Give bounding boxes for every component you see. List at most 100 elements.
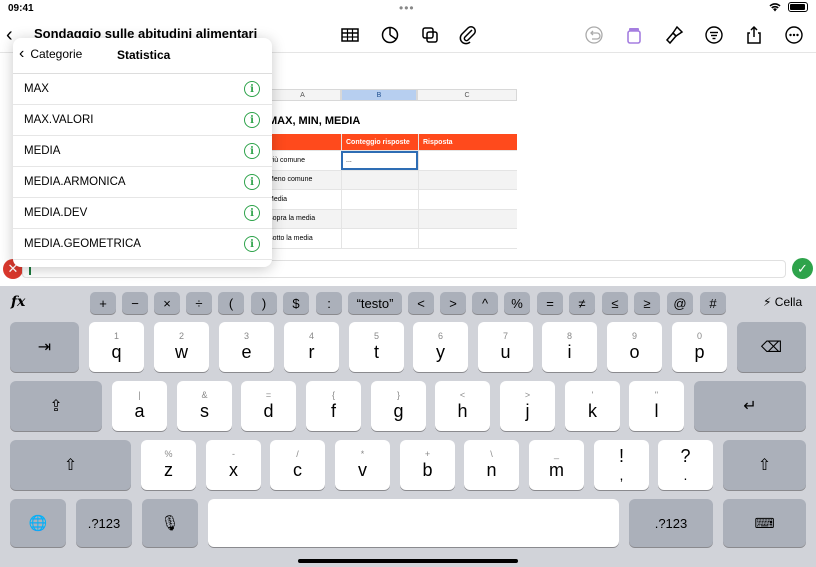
operator-key-less-equal[interactable]: ≤	[602, 292, 628, 314]
key-q[interactable]: 1q	[89, 322, 144, 372]
table-cell[interactable]: Più comune	[264, 151, 341, 170]
shape-icon[interactable]	[417, 22, 443, 48]
key-exclamation[interactable]: !,	[594, 440, 649, 490]
operator-key-dollar[interactable]: $	[283, 292, 309, 314]
key-v[interactable]: * v	[335, 440, 390, 490]
backspace-key[interactable]: ⌫	[737, 322, 806, 372]
table-icon[interactable]	[337, 22, 363, 48]
space-bar[interactable]	[208, 499, 619, 547]
table-cell[interactable]	[418, 170, 517, 189]
operator-key-percent[interactable]: %	[504, 292, 530, 314]
paintbrush-icon[interactable]	[661, 22, 687, 48]
list-filter-icon[interactable]	[701, 22, 727, 48]
key-w[interactable]: 2w	[154, 322, 209, 372]
shift-key-left[interactable]: ⇧	[10, 440, 131, 490]
operator-key-at[interactable]: @	[667, 292, 693, 314]
globe-key[interactable]: 🌐	[10, 499, 66, 547]
operator-key-equals[interactable]: =	[537, 292, 563, 314]
table-cell[interactable]	[418, 151, 517, 170]
header-cell[interactable]	[264, 134, 341, 150]
header-cell[interactable]: Conteggio risposte	[341, 134, 418, 150]
home-indicator[interactable]	[298, 559, 518, 563]
function-item-media-armonica[interactable]: MEDIA.ARMONICA i	[13, 167, 272, 198]
info-icon[interactable]: i	[244, 112, 260, 128]
key-g[interactable]: } g	[371, 381, 426, 431]
column-header-a[interactable]: A	[264, 89, 341, 101]
selected-cell[interactable]: ...	[341, 151, 418, 170]
operator-key-open-paren[interactable]: (	[218, 292, 244, 314]
key-m[interactable]: _ m	[529, 440, 584, 490]
chart-icon[interactable]	[377, 22, 403, 48]
undo-icon[interactable]	[581, 22, 607, 48]
operator-key-hash[interactable]: #	[700, 292, 726, 314]
table-cell[interactable]	[418, 209, 517, 228]
key-p[interactable]: 0p	[672, 322, 727, 372]
return-key[interactable]: ↵	[694, 381, 806, 431]
operator-key-plus[interactable]: +	[90, 292, 116, 314]
key-r[interactable]: 4r	[284, 322, 339, 372]
dictation-key[interactable]: 🎙	[142, 499, 198, 547]
info-icon[interactable]: i	[244, 236, 260, 252]
header-cell[interactable]: Risposta	[418, 134, 517, 150]
operator-key-text[interactable]: “testo”	[348, 292, 402, 314]
operator-key-not-equal[interactable]: ≠	[569, 292, 595, 314]
key-s[interactable]: & s	[177, 381, 232, 431]
format-jar-icon[interactable]	[621, 22, 647, 48]
operator-key-caret[interactable]: ^	[472, 292, 498, 314]
operator-key-less[interactable]: <	[408, 292, 434, 314]
key-a[interactable]: | a	[112, 381, 167, 431]
table-cell[interactable]	[341, 190, 418, 209]
key-e[interactable]: 3e	[219, 322, 274, 372]
table-cell[interactable]	[418, 229, 517, 248]
key-z[interactable]: % z	[141, 440, 196, 490]
key-u[interactable]: 7u	[478, 322, 533, 372]
key-f[interactable]: {f	[306, 381, 361, 431]
key-y[interactable]: 6y	[413, 322, 468, 372]
function-item-media[interactable]: MEDIA i	[13, 136, 272, 167]
key-question[interactable]: ?.	[658, 440, 713, 490]
operator-key-greater-equal[interactable]: ≥	[634, 292, 660, 314]
key-j[interactable]: > j	[500, 381, 555, 431]
key-n[interactable]: \ n	[464, 440, 519, 490]
column-header-b[interactable]: B	[341, 89, 417, 101]
info-icon[interactable]: i	[244, 81, 260, 97]
operator-key-close-paren[interactable]: )	[251, 292, 277, 314]
function-fx-icon[interactable]: fx	[11, 294, 25, 310]
key-l[interactable]: " l	[629, 381, 684, 431]
key-i[interactable]: 8i	[542, 322, 597, 372]
numbers-key-right[interactable]: .?123	[629, 499, 713, 547]
accept-formula-button[interactable]: ✓	[792, 258, 813, 279]
tab-key[interactable]: ⇥	[10, 322, 79, 372]
multitasking-dots[interactable]: •••	[399, 1, 415, 15]
key-t[interactable]: 5t	[349, 322, 404, 372]
operator-key-colon[interactable]: :	[316, 292, 342, 314]
table-title[interactable]: MAX, MIN, MEDIA	[268, 115, 360, 127]
operator-key-greater[interactable]: >	[440, 292, 466, 314]
share-icon[interactable]	[741, 22, 767, 48]
back-to-categories-button[interactable]: ‹ Categorie	[19, 46, 82, 62]
function-item-media-geometrica[interactable]: MEDIA.GEOMETRICA i	[13, 229, 272, 260]
info-icon[interactable]: i	[244, 143, 260, 159]
key-b[interactable]: + b	[400, 440, 455, 490]
key-x[interactable]: -x	[206, 440, 261, 490]
table-cell[interactable]: Sotto la media	[264, 229, 341, 248]
more-icon[interactable]	[781, 22, 807, 48]
key-h[interactable]: < h	[435, 381, 490, 431]
table-cell[interactable]	[341, 229, 418, 248]
table-cell[interactable]	[341, 209, 418, 228]
table-cell[interactable]: Sopra la media	[264, 210, 341, 229]
key-k[interactable]: ' k	[565, 381, 620, 431]
function-item-media-dev[interactable]: MEDIA.DEV i	[13, 198, 272, 229]
back-chevron-icon[interactable]: ‹	[6, 24, 13, 47]
attachment-icon[interactable]	[455, 22, 481, 48]
numbers-key-left[interactable]: .?123	[76, 499, 132, 547]
shift-key-right[interactable]: ⇧	[723, 440, 806, 490]
table-cell[interactable]	[341, 170, 418, 189]
operator-key-divide[interactable]: ÷	[186, 292, 212, 314]
caps-lock-key[interactable]: ⇪	[10, 381, 102, 431]
key-c[interactable]: / c	[270, 440, 325, 490]
operator-key-minus[interactable]: −	[122, 292, 148, 314]
table-cell[interactable]: Meno comune	[264, 171, 341, 190]
function-item-max[interactable]: MAX i	[13, 74, 272, 105]
info-icon[interactable]: i	[244, 174, 260, 190]
